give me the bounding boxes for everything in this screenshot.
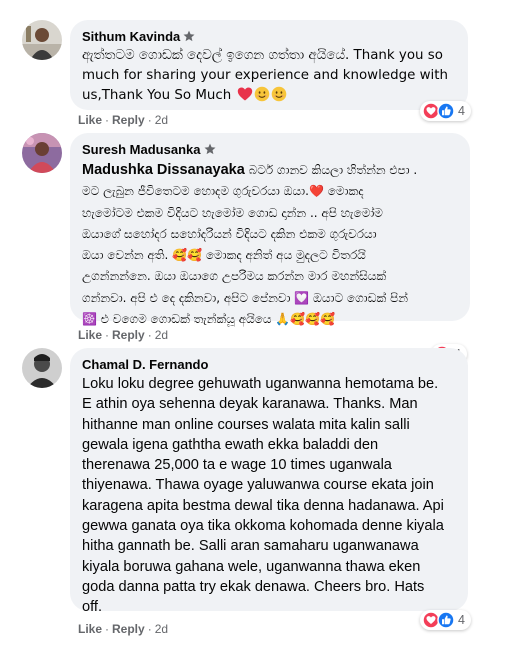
like-reaction-icon xyxy=(437,611,455,629)
timestamp[interactable]: 2d xyxy=(155,328,168,342)
like-link[interactable]: Like xyxy=(78,113,102,127)
timestamp[interactable]: 2d xyxy=(155,113,168,127)
smiling-face-icon xyxy=(254,86,270,109)
like-link[interactable]: Like xyxy=(78,622,102,636)
author-name[interactable]: Chamal D. Fernando xyxy=(82,356,456,373)
like-link[interactable]: Like xyxy=(78,328,102,342)
reaction-summary[interactable]: 4 xyxy=(420,101,471,121)
comment-actions: Like · Reply · 2d xyxy=(78,113,169,127)
avatar[interactable] xyxy=(22,348,62,388)
top-fan-star-icon xyxy=(204,143,215,155)
reaction-summary[interactable]: 4 xyxy=(420,610,471,630)
reaction-count: 4 xyxy=(458,104,465,118)
comment-text: Madushka Dissanayaka බටර් ගානව කියලා හිත… xyxy=(82,162,418,327)
reply-link[interactable]: Reply xyxy=(112,622,145,636)
comment-bubble: Suresh Madusanka Madushka Dissanayaka බට… xyxy=(70,133,470,326)
reply-link[interactable]: Reply xyxy=(112,113,145,127)
timestamp[interactable]: 2d xyxy=(155,622,168,636)
avatar[interactable] xyxy=(22,133,62,173)
top-fan-star-icon xyxy=(183,30,195,42)
comment-actions: Like · Reply · 2d xyxy=(78,622,169,636)
like-reaction-icon xyxy=(437,102,455,120)
smiling-face-icon xyxy=(271,86,287,109)
comment-actions: Like · Reply · 2d xyxy=(78,328,169,342)
author-name[interactable]: Suresh Madusanka xyxy=(82,141,458,158)
author-name[interactable]: Sithum Kavinda xyxy=(82,28,456,45)
reply-link[interactable]: Reply xyxy=(112,328,145,342)
comment-bubble: Sithum Kavinda ඇත්තටම ගොඩක් දෙවල් ඉගෙන ග… xyxy=(70,20,468,110)
comment-text: ඇත්තටම ගොඩක් දෙවල් ඉගෙන ගත්තා අයියේ. Tha… xyxy=(82,46,456,109)
avatar[interactable] xyxy=(22,20,62,60)
reaction-count: 4 xyxy=(458,613,465,627)
mention-link[interactable]: Madushka Dissanayaka xyxy=(82,162,245,178)
red-heart-icon xyxy=(237,86,253,109)
comment-bubble: Chamal D. Fernando Loku loku degree gehu… xyxy=(70,348,468,615)
comment-text: Loku loku degree gehuwath uganwanna hemo… xyxy=(82,376,444,616)
